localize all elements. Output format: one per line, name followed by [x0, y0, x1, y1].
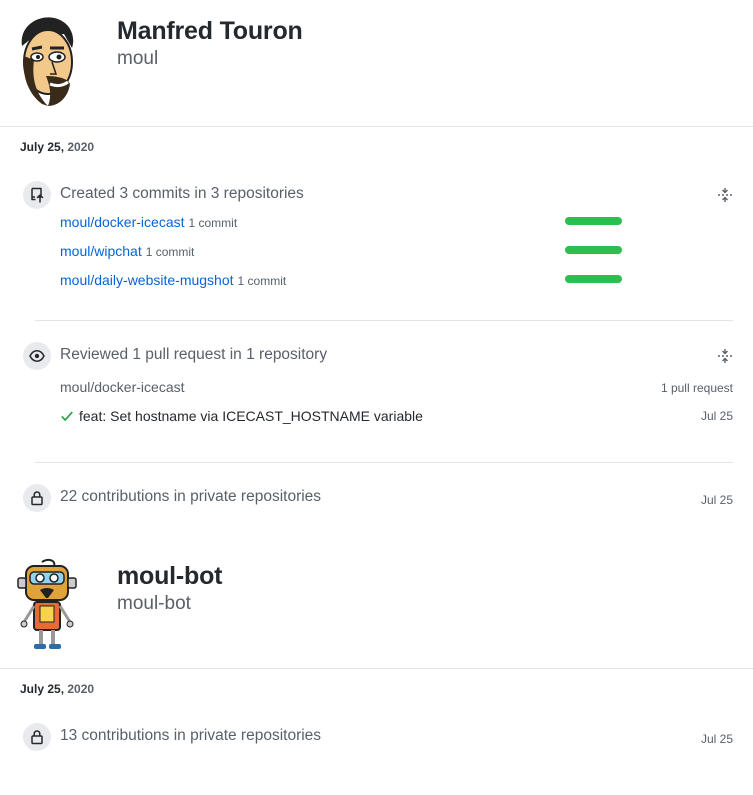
commit-progress-bar [565, 246, 622, 254]
commit-count[interactable]: 1 commit [189, 216, 238, 230]
activity-date: July 25, 2020 [20, 682, 94, 696]
profile-name[interactable]: moul-bot [117, 562, 223, 591]
eye-icon [29, 350, 45, 362]
lock-icon-circle [23, 484, 51, 512]
commit-repo-row: moul/docker-icecast 1 commit [60, 214, 237, 230]
lock-icon [31, 730, 43, 745]
profile-login[interactable]: moul-bot [117, 593, 191, 615]
commit-repo-row: moul/daily-website-mugshot 1 commit [60, 272, 286, 288]
date-month-day: July 25, [20, 682, 65, 696]
user-avatar-cartoon[interactable] [12, 12, 82, 108]
review-repo-link[interactable]: moul/docker-icecast [60, 379, 185, 395]
repo-link[interactable]: moul/docker-icecast [60, 214, 185, 230]
bot-avatar-robot[interactable] [12, 558, 82, 654]
repo-link[interactable]: moul/wipchat [60, 243, 142, 259]
commit-progress-bar [565, 275, 622, 283]
section-separator [35, 462, 733, 463]
reviews-summary: Reviewed 1 pull request in 1 repository [60, 346, 328, 363]
private-contributions-summary: 22 contributions in private repositories [60, 488, 322, 505]
fold-icon[interactable] [717, 348, 733, 364]
lock-icon [31, 491, 43, 506]
pull-request-row: feat: Set hostname via ICECAST_HOSTNAME … [60, 408, 423, 424]
profile-name[interactable]: Manfred Touron [117, 17, 303, 46]
repo-push-icon-circle [23, 181, 51, 209]
pull-request-date: Jul 25 [700, 409, 733, 423]
commit-count[interactable]: 1 commit [238, 274, 287, 288]
private-contributions-date: Jul 25 [700, 493, 733, 507]
commits-summary: Created 3 commits in 3 repositories [60, 185, 304, 202]
date-year: 2020 [67, 682, 95, 696]
commit-progress-bar [565, 217, 622, 225]
private-contributions-date: Jul 25 [700, 732, 733, 746]
activity-date: July 25, 2020 [20, 140, 94, 154]
eye-icon-circle [23, 342, 51, 370]
date-month-day: July 25, [20, 140, 65, 154]
section-separator [35, 320, 733, 321]
fold-icon[interactable] [717, 187, 733, 203]
profile-login[interactable]: moul [117, 48, 158, 70]
repo-push-icon [31, 187, 44, 203]
divider [0, 668, 753, 669]
commit-count[interactable]: 1 commit [146, 245, 195, 259]
repo-link[interactable]: moul/daily-website-mugshot [60, 272, 234, 288]
private-contributions-summary: 13 contributions in private repositories [60, 727, 322, 744]
commit-repo-row: moul/wipchat 1 commit [60, 243, 194, 259]
date-year: 2020 [67, 140, 95, 154]
lock-icon-circle [23, 723, 51, 751]
divider [0, 126, 753, 127]
review-count[interactable]: 1 pull request [661, 381, 733, 395]
check-icon [61, 411, 73, 422]
pull-request-link[interactable]: feat: Set hostname via ICECAST_HOSTNAME … [79, 408, 423, 424]
